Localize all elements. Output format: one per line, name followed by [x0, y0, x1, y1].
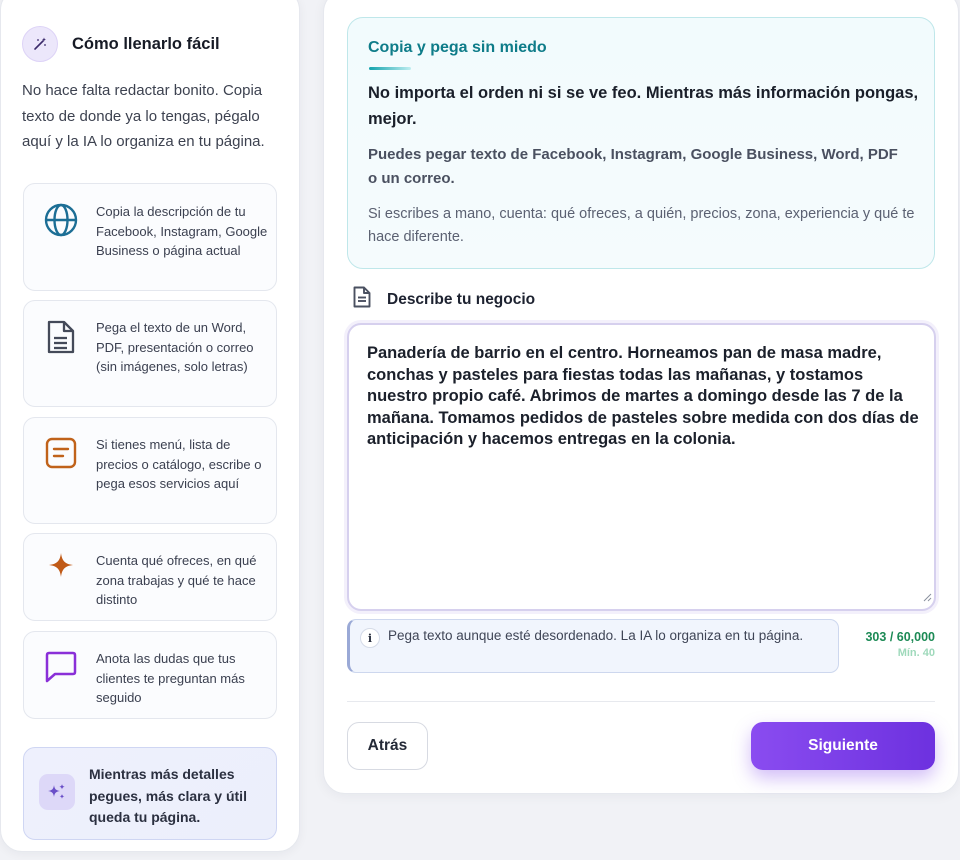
info-icon: i — [360, 628, 380, 648]
sidebar-intro: No hace falta redactar bonito. Copia tex… — [22, 82, 265, 150]
info-title: Copia y pega sin miedo — [368, 39, 547, 56]
divider — [347, 701, 935, 702]
menu-list-icon — [43, 435, 79, 471]
tip-text: Si tienes menú, lista de precios o catál… — [96, 437, 262, 491]
description-label-row: Describe tu negocio — [353, 286, 535, 313]
tip-text: Copia la descripción de tu Facebook, Ins… — [96, 204, 268, 258]
copy-paste-info-box: Copia y pega sin miedo No importa el ord… — [347, 17, 935, 269]
description-textarea-frame: Panadería de barrio en el centro. Hornea… — [347, 323, 936, 611]
next-button[interactable]: Siguiente — [751, 722, 935, 770]
business-description-textarea[interactable]: Panadería de barrio en el centro. Hornea… — [367, 343, 919, 593]
hint-text: Pega texto aunque esté desordenado. La I… — [388, 628, 804, 643]
info-title-underline — [369, 67, 411, 70]
description-label: Describe tu negocio — [387, 290, 536, 308]
summary-text: Mientras más detalles pegues, más clara … — [89, 766, 247, 825]
sparkle-icon — [43, 547, 79, 583]
tips-summary-callout: Mientras más detalles pegues, más clara … — [23, 747, 277, 840]
globe-icon — [43, 202, 79, 238]
info-main-text: No importa el orden ni si se ve feo. Mie… — [368, 84, 919, 128]
magic-wand-icon — [22, 26, 58, 62]
tip-card-social: Copia la descripción de tu Facebook, Ins… — [23, 183, 277, 291]
document-icon — [43, 319, 79, 355]
sidebar-header: Cómo llenarlo fácil — [22, 26, 220, 62]
tip-card-documents: Pega el texto de un Word, PDF, presentac… — [23, 300, 277, 407]
tip-text: Anota las dudas que tus clientes te preg… — [96, 651, 245, 705]
tip-card-menu: Si tienes menú, lista de precios o catál… — [23, 417, 277, 524]
document-icon — [353, 286, 371, 313]
character-counter: 303 / 60,000 Mín. 40 — [865, 630, 935, 659]
info-note-text: Si escribes a mano, cuenta: qué ofreces,… — [368, 206, 915, 245]
sparkles-icon — [39, 774, 75, 810]
tip-card-offer: Cuenta qué ofreces, en qué zona trabajas… — [23, 533, 277, 621]
tip-card-questions: Anota las dudas que tus clientes te preg… — [23, 631, 277, 719]
character-count: 303 / 60,000 — [865, 630, 935, 644]
hint-box: i Pega texto aunque esté desordenado. La… — [347, 619, 839, 673]
chat-bubble-icon — [43, 649, 79, 685]
back-button[interactable]: Atrás — [347, 722, 428, 770]
info-sources-text: Puedes pegar texto de Facebook, Instagra… — [368, 146, 898, 187]
tip-text: Pega el texto de un Word, PDF, presentac… — [96, 320, 254, 374]
tip-text: Cuenta qué ofreces, en qué zona trabajas… — [96, 553, 257, 607]
minimum-characters: Mín. 40 — [897, 647, 935, 659]
sidebar-title: Cómo llenarlo fácil — [72, 34, 220, 53]
resize-grip-icon[interactable] — [922, 589, 932, 607]
